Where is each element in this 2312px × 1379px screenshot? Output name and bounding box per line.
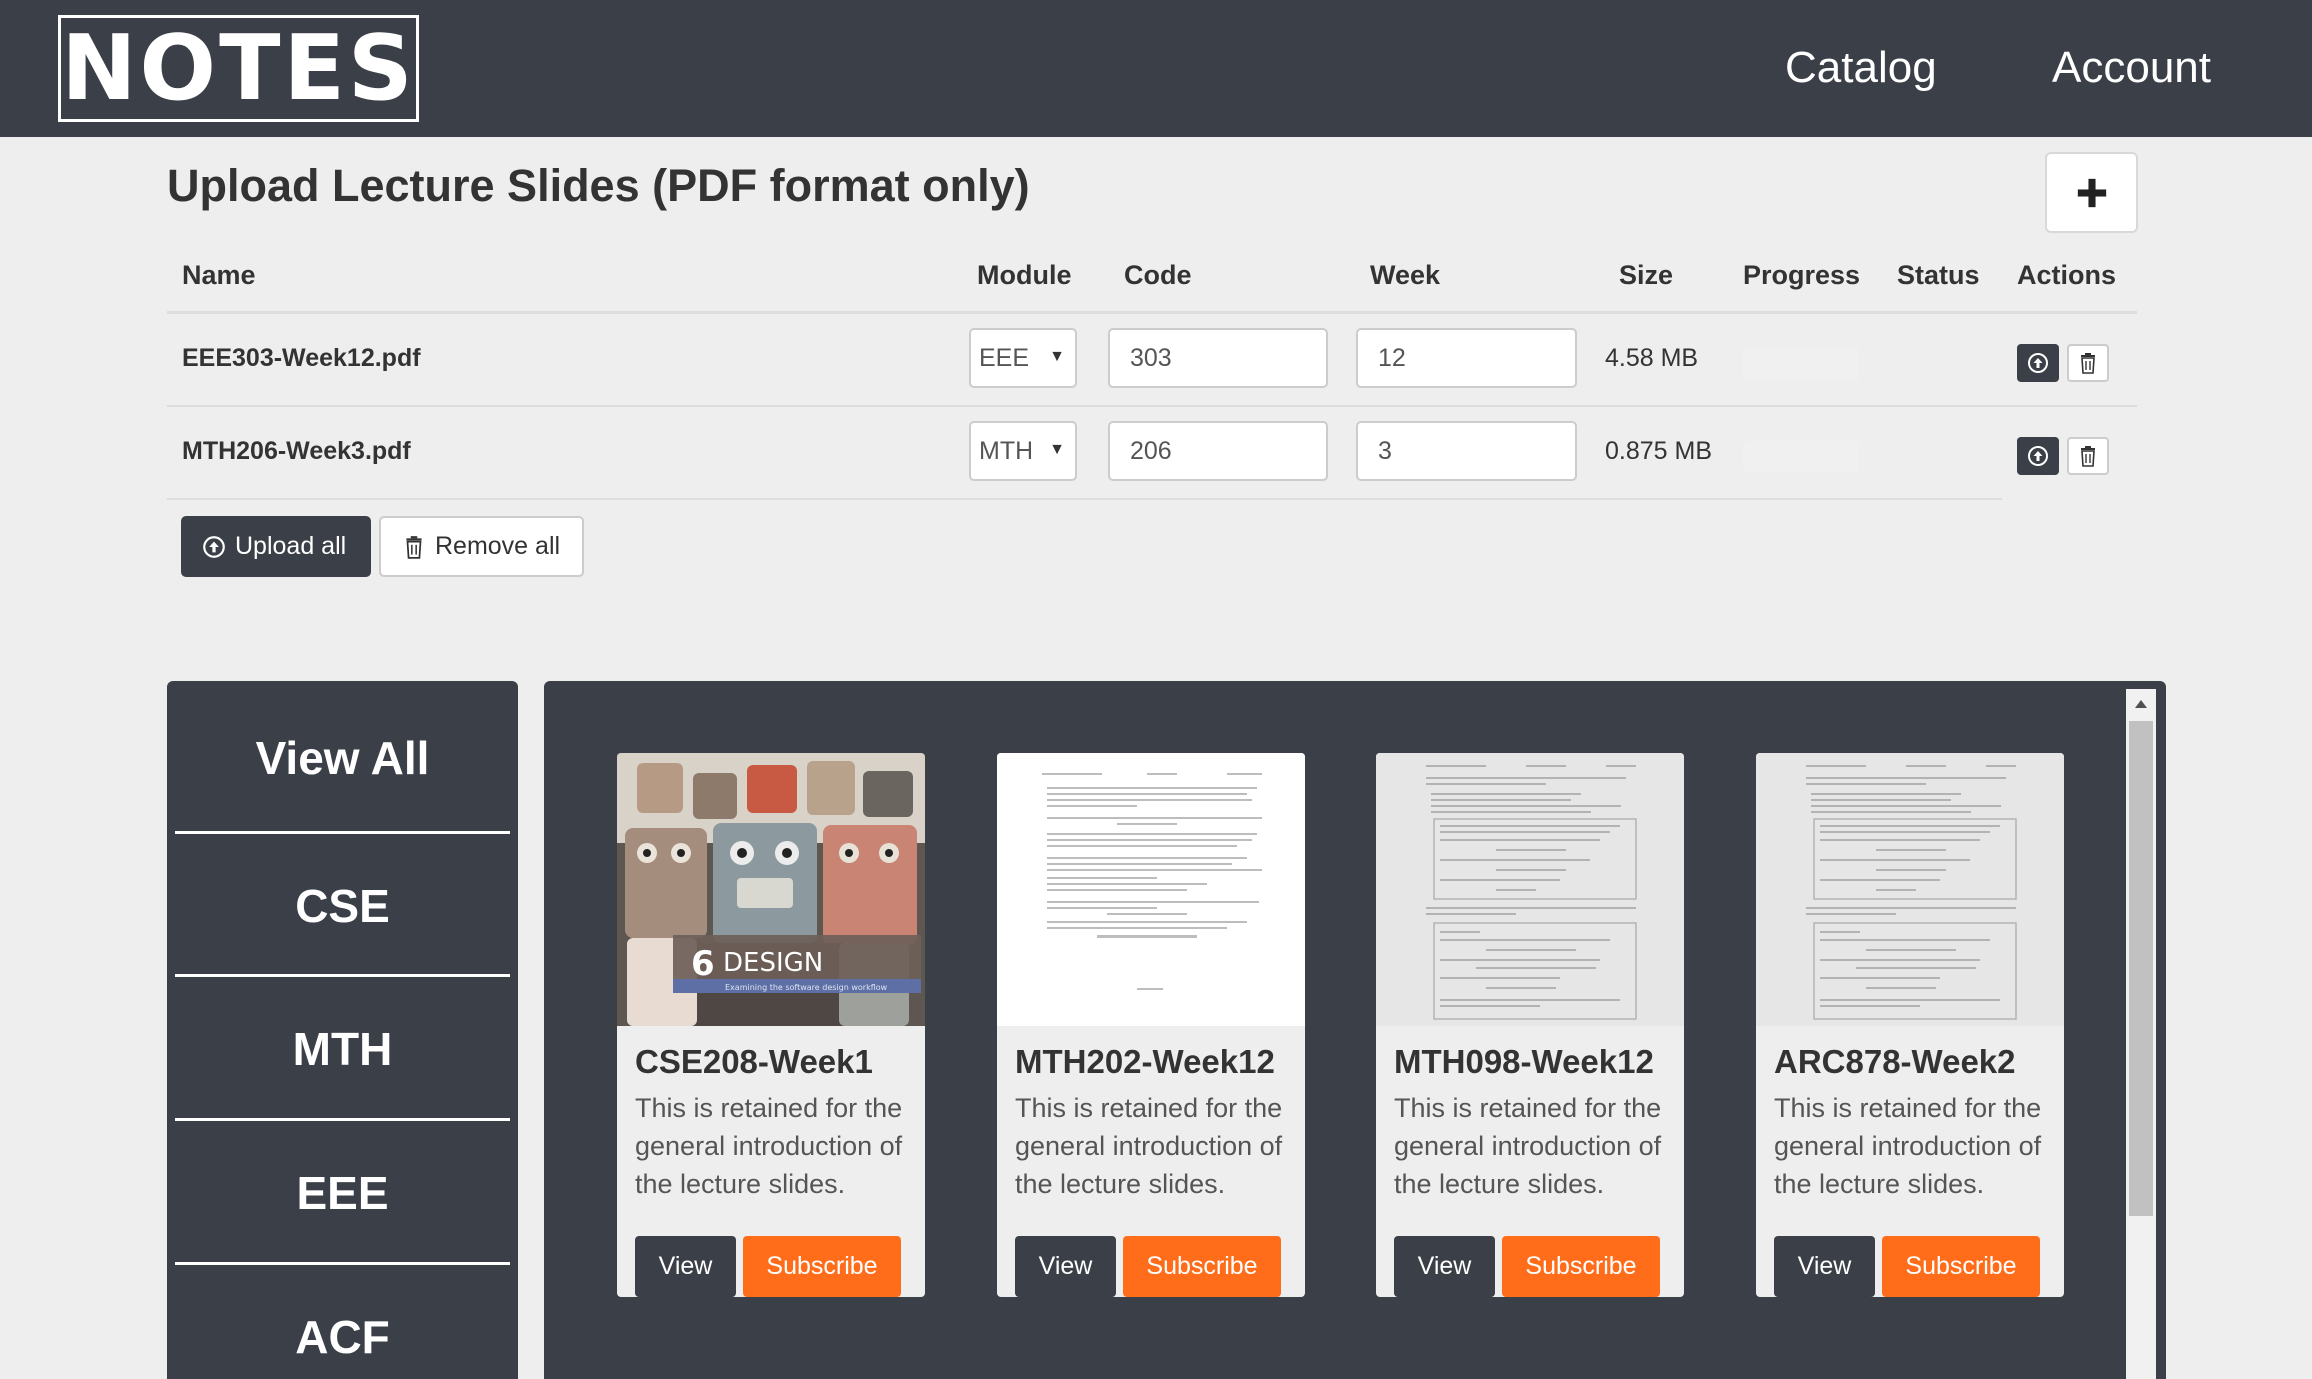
view-button[interactable]: View: [1015, 1236, 1116, 1297]
slide-card: ARC878-Week2 This is retained for the ge…: [1756, 753, 2064, 1297]
subscribe-button[interactable]: Subscribe: [1502, 1236, 1660, 1297]
module-filter-sidebar: View All CSE MTH EEE ACF: [167, 681, 518, 1379]
file-size: 4.58 MB: [1605, 344, 1699, 372]
slide-card: 6 DESIGN Examining the software design w…: [617, 753, 925, 1297]
file-name: MTH206-Week3.pdf: [182, 437, 411, 465]
cover-title: DESIGN: [723, 948, 823, 978]
caret-down-icon: ▼: [1049, 348, 1065, 365]
col-header-actions: Actions: [2017, 260, 2117, 290]
card-thumbnail: 6 DESIGN Examining the software design w…: [617, 753, 925, 1026]
module-select-value: EEE: [979, 344, 1030, 372]
subscribe-button[interactable]: Subscribe: [743, 1236, 901, 1297]
code-input[interactable]: [1108, 421, 1328, 481]
file-name: EEE303-Week12.pdf: [182, 344, 421, 372]
upload-circle-icon: [2028, 446, 2048, 466]
col-header-size: Size: [1619, 260, 1674, 290]
subscribe-button[interactable]: Subscribe: [1123, 1236, 1281, 1297]
progress-bar: [1743, 441, 1859, 473]
card-description: This is retained for the general introdu…: [1015, 1093, 1283, 1199]
week-input[interactable]: [1356, 328, 1577, 388]
col-header-name: Name: [182, 260, 256, 290]
upload-row-button[interactable]: [2017, 437, 2059, 475]
cover-subtitle: Examining the software design workflow: [725, 983, 888, 992]
col-header-status: Status: [1897, 260, 1980, 290]
card-title: ARC878-Week2: [1774, 1043, 2016, 1080]
remove-all-button[interactable]: Remove all: [379, 516, 584, 577]
remove-all-label: Remove all: [435, 532, 561, 560]
card-thumbnail: [1376, 753, 1684, 1026]
col-header-code: Code: [1124, 260, 1192, 290]
delete-row-button[interactable]: [2067, 437, 2109, 475]
robots-cover-image: 6 DESIGN Examining the software design w…: [617, 753, 925, 1026]
table-row: EEE303-Week12.pdf EEE ▼ 4.58 MB: [167, 314, 2137, 407]
view-button[interactable]: View: [1394, 1236, 1495, 1297]
col-header-week: Week: [1370, 260, 1441, 290]
slide-card: MTH202-Week12 This is retained for the g…: [997, 753, 1305, 1297]
view-button[interactable]: View: [1774, 1236, 1875, 1297]
notes-logo[interactable]: NOTES: [58, 15, 419, 122]
upload-circle-icon: [203, 535, 225, 558]
delete-row-button[interactable]: [2067, 344, 2109, 382]
card-title: MTH202-Week12: [1015, 1043, 1275, 1080]
card-title: MTH098-Week12: [1394, 1043, 1654, 1080]
scrollbar-thumb[interactable]: [2129, 721, 2153, 1216]
top-navbar: NOTES Catalog Account: [0, 0, 2312, 137]
upload-all-label: Upload all: [235, 532, 347, 560]
col-header-module: Module: [977, 260, 1072, 290]
document-preview-image: [997, 753, 1305, 1026]
sidebar-item-acf[interactable]: ACF: [175, 1265, 510, 1379]
view-button[interactable]: View: [635, 1236, 736, 1297]
card-description: This is retained for the general introdu…: [1774, 1093, 2042, 1199]
scroll-up-arrow[interactable]: [2126, 689, 2156, 719]
sidebar-item-cse[interactable]: CSE: [175, 834, 510, 977]
card-description: This is retained for the general introdu…: [635, 1093, 903, 1199]
trash-icon: [2081, 446, 2095, 467]
cover-number: 6: [691, 944, 715, 984]
module-select-value: MTH: [979, 437, 1031, 465]
slide-card: MTH098-Week12 This is retained for the g…: [1376, 753, 1684, 1297]
document-preview-image: [1376, 753, 1684, 1026]
subscribe-button[interactable]: Subscribe: [1882, 1236, 2040, 1297]
upload-title: Upload Lecture Slides (PDF format only): [167, 160, 1030, 211]
week-input[interactable]: [1356, 421, 1577, 481]
trash-icon: [2081, 353, 2095, 374]
caret-down-icon: ▼: [1049, 441, 1065, 458]
triangle-up-icon: [2135, 700, 2147, 708]
upload-circle-icon: [2028, 353, 2048, 373]
card-description: This is retained for the general introdu…: [1394, 1093, 1662, 1199]
card-thumbnail: [997, 753, 1305, 1026]
card-thumbnail: [1756, 753, 2064, 1026]
sidebar-item-view-all[interactable]: View All: [175, 686, 510, 829]
code-input[interactable]: [1108, 328, 1328, 388]
module-select[interactable]: MTH ▼: [969, 421, 1077, 481]
sidebar-item-eee[interactable]: EEE: [175, 1121, 510, 1264]
catalog-panel: 6 DESIGN Examining the software design w…: [544, 681, 2166, 1379]
trash-icon: [406, 535, 422, 559]
nav-account-link[interactable]: Account: [2052, 38, 2211, 98]
add-files-button[interactable]: [2045, 152, 2138, 233]
module-select[interactable]: EEE ▼: [969, 328, 1077, 388]
file-size: 0.875 MB: [1605, 437, 1713, 465]
upload-row-button[interactable]: [2017, 344, 2059, 382]
progress-bar: [1743, 348, 1859, 380]
sidebar-item-mth[interactable]: MTH: [175, 977, 510, 1120]
card-title: CSE208-Week1: [635, 1043, 873, 1080]
plus-icon: [2077, 178, 2106, 207]
row-divider: [167, 498, 2002, 500]
table-row: MTH206-Week3.pdf MTH ▼ 0.875 MB: [167, 407, 2137, 500]
document-preview-image: [1756, 753, 2064, 1026]
upload-all-button[interactable]: Upload all: [181, 516, 371, 577]
nav-catalog-link[interactable]: Catalog: [1785, 38, 1937, 98]
col-header-progress: Progress: [1743, 260, 1861, 290]
catalog-scrollbar[interactable]: [2126, 689, 2156, 1379]
